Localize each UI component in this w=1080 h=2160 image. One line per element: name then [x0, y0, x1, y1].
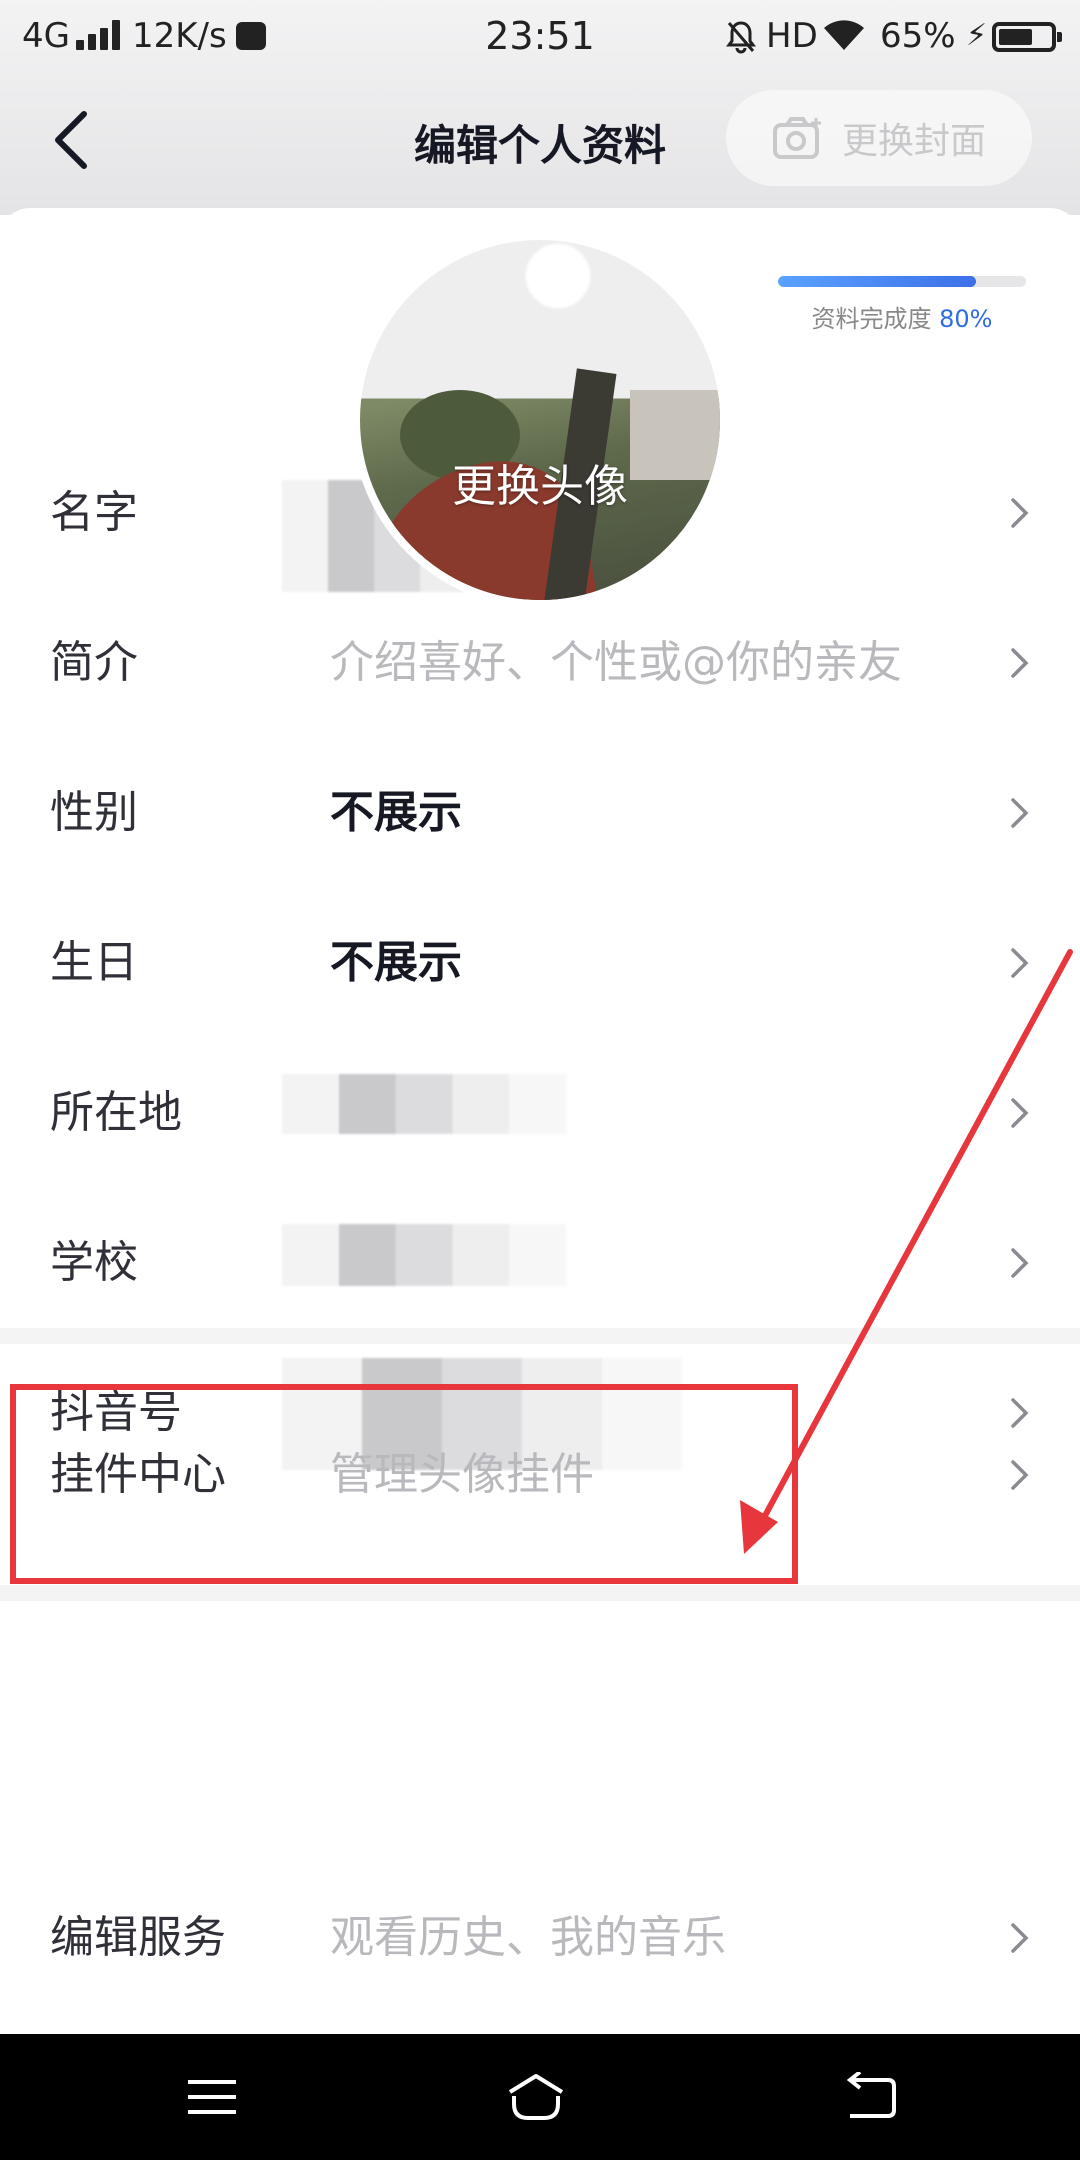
- row-bio[interactable]: 简介 介绍喜好、个性或@你的亲友: [0, 588, 1080, 738]
- back-nav-icon[interactable]: [840, 2072, 900, 2122]
- row-label: 所在地: [50, 1087, 182, 1138]
- completeness-label: 资料完成度: [811, 305, 932, 333]
- profile-card: 更换头像 资料完成度 80% 名字 简介 介绍喜好、个性或@你的亲友 性别 不展…: [0, 208, 1080, 2034]
- profile-completeness: 资料完成度 80%: [778, 276, 1026, 334]
- status-bar: 4G 12K/s 23:51 HD 65% ⚡: [0, 0, 1080, 72]
- charging-icon: ⚡: [966, 18, 988, 53]
- avatar[interactable]: 更换头像: [352, 232, 728, 608]
- row-pendant-center[interactable]: 挂件中心 管理头像挂件: [0, 1400, 1080, 1550]
- completeness-value: 80%: [939, 305, 993, 333]
- section-divider: [0, 1585, 1080, 1601]
- bio-placeholder: 介绍喜好、个性或@你的亲友: [330, 637, 902, 688]
- row-school[interactable]: 学校: [0, 1188, 1080, 1338]
- row-location[interactable]: 所在地: [0, 1038, 1080, 1188]
- chevron-right-icon: [1011, 948, 1029, 978]
- system-navigation-bar: [0, 2034, 1080, 2160]
- section-divider: [0, 1328, 1080, 1344]
- services-description: 观看历史、我的音乐: [330, 1912, 726, 1963]
- chevron-right-icon: [1011, 1460, 1029, 1490]
- row-birthday[interactable]: 生日 不展示: [0, 888, 1080, 1038]
- redacted-value: [282, 1074, 566, 1134]
- chevron-right-icon: [1011, 1248, 1029, 1278]
- row-label: 简介: [50, 637, 138, 688]
- completeness-progress-bar: [778, 276, 1026, 287]
- pendant-description: 管理头像挂件: [330, 1449, 594, 1500]
- chevron-right-icon: [1011, 498, 1029, 528]
- hd-indicator: HD: [766, 16, 818, 56]
- row-label: 编辑服务: [50, 1912, 226, 1963]
- chevron-right-icon: [1011, 1923, 1029, 1953]
- menu-icon[interactable]: [182, 2072, 242, 2122]
- change-avatar-label: 更换头像: [452, 461, 628, 512]
- chevron-right-icon: [1011, 1098, 1029, 1128]
- battery-percent: 65%: [880, 16, 956, 56]
- gender-value: 不展示: [330, 787, 462, 838]
- row-label: 生日: [50, 937, 138, 988]
- chevron-right-icon: [1011, 648, 1029, 678]
- row-label: 挂件中心: [50, 1449, 226, 1500]
- redacted-value: [282, 1224, 566, 1286]
- completeness-progress-fill: [778, 276, 977, 287]
- home-icon[interactable]: [506, 2072, 566, 2122]
- birthday-value: 不展示: [330, 937, 462, 988]
- page-title: 编辑个人资料: [413, 121, 666, 170]
- chevron-right-icon: [1011, 798, 1029, 828]
- row-gender[interactable]: 性别 不展示: [0, 738, 1080, 888]
- battery-icon: [992, 22, 1062, 52]
- row-label: 名字: [50, 487, 138, 538]
- row-label: 性别: [50, 787, 138, 838]
- row-edit-services[interactable]: 编辑服务 观看历史、我的音乐: [0, 1863, 1080, 2013]
- wifi-icon: [822, 18, 866, 52]
- bell-muted-icon: [726, 20, 756, 54]
- row-label: 学校: [50, 1237, 138, 1288]
